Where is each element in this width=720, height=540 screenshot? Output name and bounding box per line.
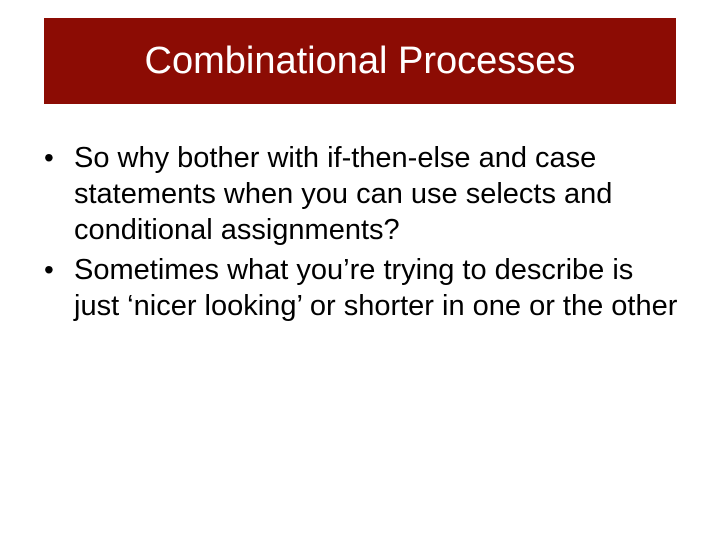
slide: Combinational Processes • So why bother … <box>0 0 720 540</box>
bullet-list: • So why bother with if-then-else and ca… <box>42 140 678 324</box>
bullet-marker-icon: • <box>42 252 74 288</box>
list-item: • So why bother with if-then-else and ca… <box>42 140 678 248</box>
bullet-text: Sometimes what you’re trying to describe… <box>74 252 678 324</box>
title-bar: Combinational Processes <box>44 18 676 104</box>
slide-title: Combinational Processes <box>145 40 576 83</box>
bullet-text: So why bother with if-then-else and case… <box>74 140 678 248</box>
slide-content: • So why bother with if-then-else and ca… <box>42 140 678 328</box>
bullet-marker-icon: • <box>42 140 74 176</box>
list-item: • Sometimes what you’re trying to descri… <box>42 252 678 324</box>
